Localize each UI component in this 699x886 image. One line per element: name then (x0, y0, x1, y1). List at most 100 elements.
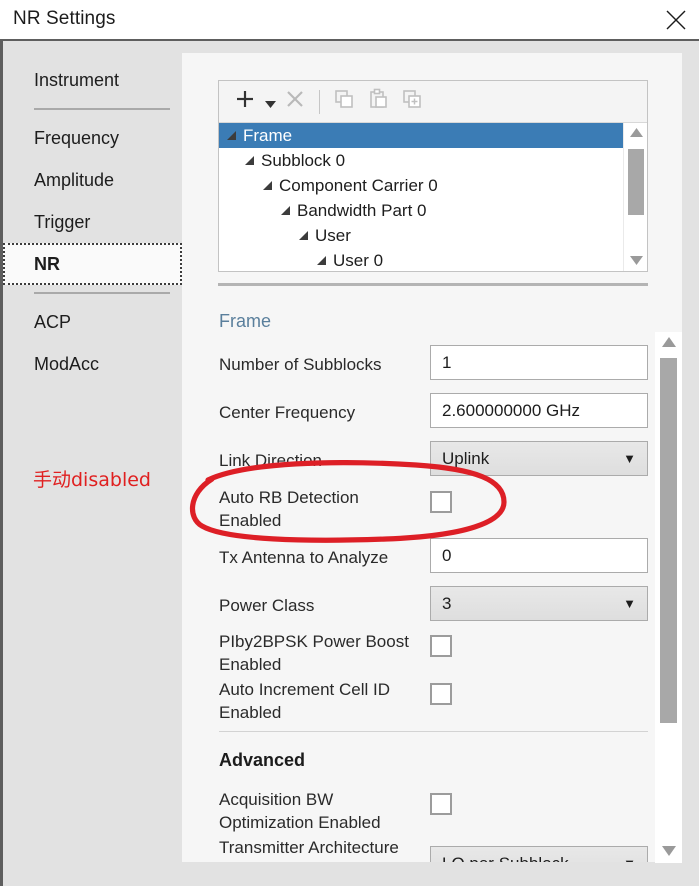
link-direction-value: Uplink (442, 448, 490, 468)
copy-icon (333, 88, 355, 115)
tree-node-label: User 0 (333, 250, 384, 270)
triangle-down-icon (629, 252, 643, 270)
sidebar-item-label: ModAcc (34, 353, 100, 374)
delete-button[interactable] (278, 85, 312, 119)
row-label: PIby2BPSK Power Boost Enabled (219, 632, 409, 674)
annotation-text: 手动disabled (33, 469, 151, 491)
transmitter-architecture-select[interactable]: LO per Subblock ▼ (430, 846, 648, 862)
sidebar: Instrument Frequency Amplitude Trigger N… (3, 41, 182, 886)
add-dropdown-button[interactable] (262, 85, 278, 119)
expander-icon[interactable] (317, 256, 326, 265)
tree-toolbar (219, 81, 647, 123)
tree-node-user[interactable]: User (219, 223, 647, 248)
row-label: Link Direction (219, 451, 322, 470)
auto-increment-cell-id-checkbox[interactable] (430, 683, 452, 705)
triangle-up-icon (661, 334, 676, 352)
sidebar-item-acp[interactable]: ACP (3, 301, 182, 343)
sidebar-item-label: Frequency (34, 127, 120, 148)
tree-node-component-carrier-0[interactable]: Component Carrier 0 (219, 173, 647, 198)
plby2bpsk-power-boost-checkbox[interactable] (430, 635, 452, 657)
power-class-select[interactable]: 3 ▼ (430, 586, 648, 621)
power-class-value: 3 (442, 593, 452, 613)
row-label: Transmitter Architecture (219, 838, 399, 857)
window-title: NR Settings (13, 8, 116, 29)
add-button[interactable] (228, 85, 262, 119)
sidebar-item-nr[interactable]: NR (3, 243, 182, 285)
section-header-frame: Frame (219, 311, 272, 331)
chevron-down-icon: ▼ (623, 596, 636, 611)
expander-icon[interactable] (245, 156, 254, 165)
tree-scroll-up-button[interactable] (624, 123, 647, 143)
hierarchy-tree: Frame Subblock 0 Component Carrier 0 Ban… (219, 123, 647, 271)
form-scrollbar[interactable] (655, 332, 682, 863)
tree-scroll-thumb[interactable] (628, 149, 644, 215)
sidebar-item-trigger[interactable]: Trigger (3, 201, 182, 243)
settings-form: Frame Number of Subblocks 1 Center Frequ… (182, 298, 682, 862)
triangle-up-icon (629, 124, 643, 142)
add-icon (234, 88, 256, 115)
sidebar-item-label: NR (34, 253, 60, 274)
tree-node-subblock-0[interactable]: Subblock 0 (219, 148, 647, 173)
tree-node-label: Component Carrier 0 (279, 175, 438, 195)
tree-node-bandwidth-part-0[interactable]: Bandwidth Part 0 (219, 198, 647, 223)
row-label: Acquisition BW Optimization Enabled (219, 790, 381, 832)
tree-scrollbar[interactable] (623, 123, 647, 271)
close-icon (665, 9, 687, 31)
close-button[interactable] (653, 0, 699, 39)
chevron-down-icon: ▼ (623, 451, 636, 466)
panel-divider (218, 283, 648, 286)
number-of-subblocks-input[interactable]: 1 (430, 345, 648, 380)
row-label: Power Class (219, 596, 315, 615)
row-label: Auto RB Detection Enabled (219, 488, 359, 530)
expander-icon[interactable] (281, 206, 290, 215)
tree-node-label: User (315, 225, 351, 245)
sidebar-item-frequency[interactable]: Frequency (3, 117, 182, 159)
title-bar: NR Settings (0, 0, 699, 39)
tree-node-label: Frame (243, 125, 293, 145)
expander-icon[interactable] (227, 131, 236, 140)
tx-antenna-input[interactable]: 0 (430, 538, 648, 573)
sidebar-item-instrument[interactable]: Instrument (3, 59, 182, 101)
paste-icon (367, 88, 389, 115)
tree-node-label: Subblock 0 (261, 150, 346, 170)
center-frequency-input[interactable]: 2.600000000 GHz (430, 393, 648, 428)
transmitter-architecture-value: LO per Subblock (442, 854, 569, 863)
acquisition-bw-optimization-checkbox[interactable] (430, 793, 452, 815)
sidebar-item-label: Instrument (34, 69, 120, 90)
sidebar-item-amplitude[interactable]: Amplitude (3, 159, 182, 201)
chevron-down-icon: ▼ (623, 857, 636, 862)
auto-rb-detection-checkbox[interactable] (430, 491, 452, 513)
expander-icon[interactable] (263, 181, 272, 190)
row-label: Auto Increment Cell ID Enabled (219, 680, 391, 722)
form-scroll-up-button[interactable] (655, 332, 682, 354)
duplicate-button[interactable] (395, 85, 429, 119)
advanced-divider (219, 731, 648, 732)
chevron-down-icon (264, 95, 276, 113)
tree-node-user-0[interactable]: User 0 (219, 248, 647, 271)
row-label: Center Frequency (219, 403, 356, 422)
delete-icon (284, 88, 306, 115)
copy-button[interactable] (327, 85, 361, 119)
sidebar-divider-top (34, 108, 170, 110)
sidebar-item-modacc[interactable]: ModAcc (3, 343, 182, 385)
form-scroll-down-button[interactable] (655, 841, 682, 863)
sidebar-item-label: Amplitude (34, 169, 115, 190)
tree-node-frame[interactable]: Frame (219, 123, 623, 148)
tree-node-label: Bandwidth Part 0 (297, 200, 427, 220)
sidebar-divider-bottom (34, 292, 170, 294)
link-direction-select[interactable]: Uplink ▼ (430, 441, 648, 476)
tree-container: Frame Subblock 0 Component Carrier 0 Ban… (218, 80, 648, 272)
section-header-advanced: Advanced (219, 750, 306, 770)
toolbar-divider (319, 89, 320, 114)
paste-button[interactable] (361, 85, 395, 119)
sidebar-item-label: Trigger (34, 211, 91, 232)
content-panel: Frame Subblock 0 Component Carrier 0 Ban… (182, 53, 682, 862)
triangle-down-icon (661, 843, 676, 861)
form-scroll-thumb[interactable] (660, 358, 677, 723)
expander-icon[interactable] (299, 231, 308, 240)
tree-scroll-down-button[interactable] (624, 251, 647, 271)
row-label: Number of Subblocks (219, 355, 382, 374)
duplicate-icon (401, 88, 423, 115)
nr-settings-dialog: NR Settings Instrument Frequency Amplitu… (0, 0, 699, 886)
sidebar-item-label: ACP (34, 311, 72, 332)
